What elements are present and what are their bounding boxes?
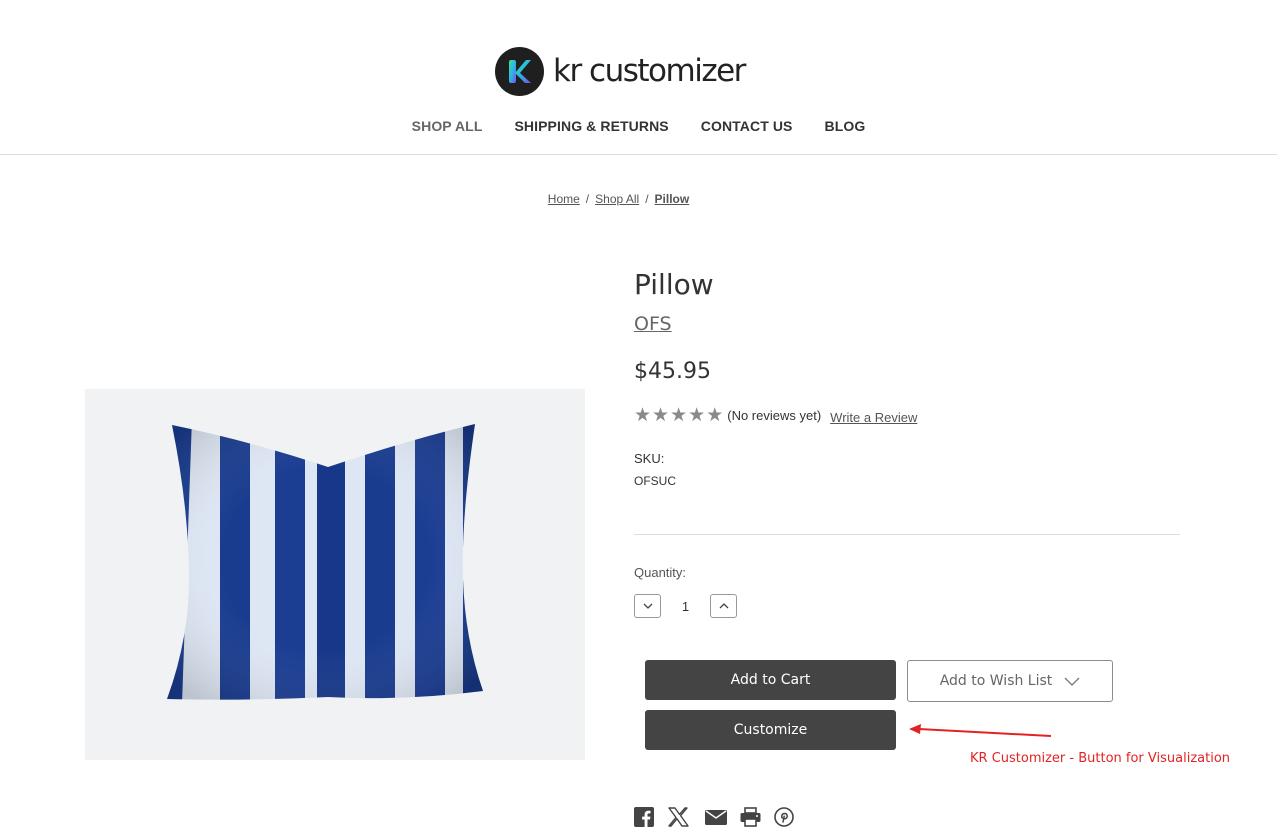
email-icon[interactable]: [705, 808, 727, 826]
product-rating: ★ ★ ★ ★ ★ (No reviews yet) Write a Revie…: [634, 406, 917, 425]
star-icon: ★: [652, 405, 670, 426]
breadcrumb-home[interactable]: Home: [548, 192, 580, 206]
wishlist-label: Add to Wish List: [939, 673, 1053, 689]
logo-k-icon: [495, 46, 544, 96]
chevron-down-icon: [643, 603, 652, 609]
site-logo[interactable]: kr customizer: [495, 45, 746, 97]
print-icon[interactable]: [740, 807, 761, 827]
quantity-decrease-button[interactable]: [634, 594, 661, 618]
rating-stars: ★ ★ ★ ★ ★: [634, 406, 723, 425]
reviews-count: (No reviews yet): [727, 408, 822, 423]
customize-button[interactable]: Customize: [645, 710, 896, 750]
quantity-increase-button[interactable]: [710, 594, 737, 618]
details-divider: [634, 534, 1180, 535]
nav-shipping-returns[interactable]: SHIPPING & RETURNS: [514, 118, 668, 134]
write-review-link[interactable]: Write a Review: [830, 410, 917, 425]
breadcrumb-current[interactable]: Pillow: [655, 192, 690, 206]
nav-contact-us[interactable]: CONTACT US: [701, 118, 793, 134]
x-icon[interactable]: [668, 807, 689, 827]
star-icon: ★: [688, 405, 706, 426]
header-divider: [0, 154, 1277, 155]
product-price: $45.95: [634, 359, 711, 384]
main-nav: SHOP ALL SHIPPING & RETURNS CONTACT US B…: [0, 118, 1277, 134]
chevron-down-icon: [1064, 677, 1080, 686]
product-brand-link[interactable]: OFS: [634, 313, 672, 335]
pillow-illustration: [167, 424, 483, 700]
nav-shop-all[interactable]: SHOP ALL: [412, 118, 483, 134]
quantity-input[interactable]: 1: [661, 599, 710, 614]
breadcrumb: Home / Shop All / Pillow: [0, 192, 1237, 206]
nav-blog[interactable]: BLOG: [824, 118, 865, 134]
quantity-stepper: 1: [634, 594, 737, 618]
product-title: Pillow: [634, 268, 714, 301]
breadcrumb-shop-all[interactable]: Shop All: [595, 192, 639, 206]
star-icon: ★: [634, 405, 652, 426]
logo-text: kr customizer: [553, 53, 746, 89]
quantity-label: Quantity:: [634, 565, 687, 580]
facebook-icon[interactable]: [634, 807, 654, 827]
sku-label: SKU:: [634, 451, 665, 466]
annotation-label: KR Customizer - Button for Visualization: [970, 751, 1231, 766]
share-icons: [634, 807, 794, 827]
breadcrumb-separator: /: [645, 192, 649, 206]
breadcrumb-separator: /: [585, 192, 590, 206]
sku-value: OFSUC: [634, 474, 676, 488]
add-to-cart-button[interactable]: Add to Cart: [645, 660, 896, 700]
star-icon: ★: [670, 405, 688, 426]
annotation-arrow-icon: [909, 724, 1052, 737]
product-image[interactable]: [85, 389, 585, 760]
add-to-wishlist-button[interactable]: Add to Wish List: [907, 660, 1113, 702]
star-icon: ★: [706, 405, 724, 426]
chevron-up-icon: [719, 603, 728, 609]
pinterest-icon[interactable]: [774, 807, 794, 827]
